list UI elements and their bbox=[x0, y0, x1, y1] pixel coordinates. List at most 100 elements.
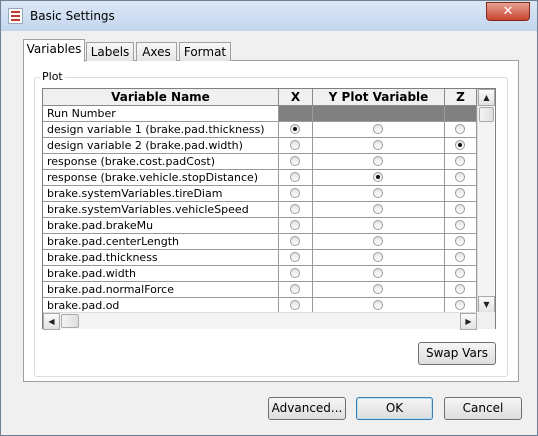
x-cell[interactable] bbox=[279, 122, 313, 138]
z-cell[interactable] bbox=[445, 122, 477, 138]
column-header-variable-name[interactable]: Variable Name bbox=[43, 89, 279, 106]
z-radio-button[interactable] bbox=[455, 124, 465, 134]
z-radio-button[interactable] bbox=[455, 252, 465, 262]
z-cell[interactable] bbox=[445, 202, 477, 218]
y-radio-button[interactable] bbox=[373, 220, 383, 230]
x-radio-button[interactable] bbox=[290, 172, 300, 182]
cancel-button[interactable]: Cancel bbox=[444, 397, 522, 420]
variable-name-cell[interactable]: design variable 1 (brake.pad.thickness) bbox=[43, 122, 279, 138]
y-radio-button[interactable] bbox=[373, 140, 383, 150]
swap-vars-button[interactable]: Swap Vars bbox=[418, 342, 496, 365]
variable-name-cell[interactable]: response (brake.vehicle.stopDistance) bbox=[43, 170, 279, 186]
y-cell[interactable] bbox=[313, 234, 445, 250]
z-radio-button[interactable] bbox=[455, 220, 465, 230]
z-cell[interactable] bbox=[445, 282, 477, 298]
y-cell[interactable] bbox=[313, 122, 445, 138]
y-cell[interactable] bbox=[313, 218, 445, 234]
variable-name-cell[interactable]: Run Number bbox=[43, 106, 279, 122]
z-radio-button[interactable] bbox=[455, 140, 465, 150]
x-radio-button[interactable] bbox=[290, 284, 300, 294]
vertical-scroll-thumb[interactable] bbox=[479, 107, 494, 122]
y-radio-button[interactable] bbox=[373, 252, 383, 262]
horizontal-scroll-thumb[interactable] bbox=[61, 314, 79, 328]
column-header-x[interactable]: X bbox=[279, 89, 313, 106]
column-header-z[interactable]: Z bbox=[445, 89, 477, 106]
x-cell[interactable] bbox=[279, 186, 313, 202]
tab-labels[interactable]: Labels bbox=[86, 42, 134, 61]
variable-name-cell[interactable]: brake.pad.width bbox=[43, 266, 279, 282]
scroll-up-icon[interactable]: ▲ bbox=[478, 89, 495, 106]
variable-name-cell[interactable]: response (brake.cost.padCost) bbox=[43, 154, 279, 170]
x-radio-button[interactable] bbox=[290, 204, 300, 214]
z-radio-button[interactable] bbox=[455, 188, 465, 198]
x-cell[interactable] bbox=[279, 218, 313, 234]
x-radio-button[interactable] bbox=[290, 220, 300, 230]
x-cell[interactable] bbox=[279, 138, 313, 154]
z-cell[interactable] bbox=[445, 218, 477, 234]
scroll-left-icon[interactable]: ◀ bbox=[43, 313, 60, 330]
x-cell[interactable] bbox=[279, 250, 313, 266]
x-radio-button[interactable] bbox=[290, 300, 300, 310]
tab-variables[interactable]: Variables bbox=[23, 39, 85, 62]
variable-name-cell[interactable]: brake.pad.normalForce bbox=[43, 282, 279, 298]
y-cell[interactable] bbox=[313, 266, 445, 282]
y-radio-button[interactable] bbox=[373, 236, 383, 246]
y-cell[interactable] bbox=[313, 138, 445, 154]
y-radio-button[interactable] bbox=[373, 204, 383, 214]
y-radio-button[interactable] bbox=[373, 284, 383, 294]
x-cell[interactable] bbox=[279, 282, 313, 298]
x-radio-button[interactable] bbox=[290, 124, 300, 134]
z-radio-button[interactable] bbox=[455, 236, 465, 246]
y-cell[interactable] bbox=[313, 170, 445, 186]
y-radio-button[interactable] bbox=[373, 188, 383, 198]
y-cell[interactable] bbox=[313, 186, 445, 202]
scroll-right-icon[interactable]: ▶ bbox=[460, 313, 477, 330]
z-cell[interactable] bbox=[445, 186, 477, 202]
vertical-scrollbar[interactable]: ▲ ▼ bbox=[477, 89, 495, 313]
advanced-button[interactable]: Advanced... bbox=[268, 397, 346, 420]
y-radio-button[interactable] bbox=[373, 124, 383, 134]
z-radio-button[interactable] bbox=[455, 300, 465, 310]
z-radio-button[interactable] bbox=[455, 284, 465, 294]
y-cell[interactable] bbox=[313, 282, 445, 298]
scroll-down-icon[interactable]: ▼ bbox=[478, 296, 495, 313]
variable-name-cell[interactable]: design variable 2 (brake.pad.width) bbox=[43, 138, 279, 154]
x-radio-button[interactable] bbox=[290, 188, 300, 198]
z-cell[interactable] bbox=[445, 154, 477, 170]
z-radio-button[interactable] bbox=[455, 172, 465, 182]
variable-name-cell[interactable]: brake.pad.thickness bbox=[43, 250, 279, 266]
y-cell[interactable] bbox=[313, 154, 445, 170]
y-radio-button[interactable] bbox=[373, 156, 383, 166]
y-cell[interactable] bbox=[313, 250, 445, 266]
variable-name-cell[interactable]: brake.pad.centerLength bbox=[43, 234, 279, 250]
z-cell[interactable] bbox=[445, 138, 477, 154]
x-radio-button[interactable] bbox=[290, 268, 300, 278]
tab-axes[interactable]: Axes bbox=[136, 42, 177, 61]
z-cell[interactable] bbox=[445, 170, 477, 186]
variable-name-cell[interactable]: brake.pad.brakeMu bbox=[43, 218, 279, 234]
x-cell[interactable] bbox=[279, 154, 313, 170]
x-cell[interactable] bbox=[279, 202, 313, 218]
x-radio-button[interactable] bbox=[290, 156, 300, 166]
x-radio-button[interactable] bbox=[290, 236, 300, 246]
y-cell[interactable] bbox=[313, 202, 445, 218]
variable-name-cell[interactable]: brake.systemVariables.vehicleSpeed bbox=[43, 202, 279, 218]
ok-button[interactable]: OK bbox=[356, 397, 433, 420]
horizontal-scrollbar[interactable]: ◀ ▶ bbox=[43, 312, 477, 330]
variable-name-cell[interactable]: brake.systemVariables.tireDiam bbox=[43, 186, 279, 202]
z-cell[interactable] bbox=[445, 266, 477, 282]
y-radio-button[interactable] bbox=[373, 300, 383, 310]
y-radio-button[interactable] bbox=[373, 172, 383, 182]
x-cell[interactable] bbox=[279, 170, 313, 186]
column-header-y-plot-variable[interactable]: Y Plot Variable bbox=[313, 89, 445, 106]
close-button[interactable]: ✕ bbox=[486, 2, 530, 21]
z-cell[interactable] bbox=[445, 234, 477, 250]
tab-format[interactable]: Format bbox=[179, 42, 231, 61]
z-cell[interactable] bbox=[445, 250, 477, 266]
x-cell[interactable] bbox=[279, 234, 313, 250]
x-radio-button[interactable] bbox=[290, 140, 300, 150]
z-radio-button[interactable] bbox=[455, 204, 465, 214]
y-radio-button[interactable] bbox=[373, 268, 383, 278]
x-radio-button[interactable] bbox=[290, 252, 300, 262]
z-radio-button[interactable] bbox=[455, 268, 465, 278]
